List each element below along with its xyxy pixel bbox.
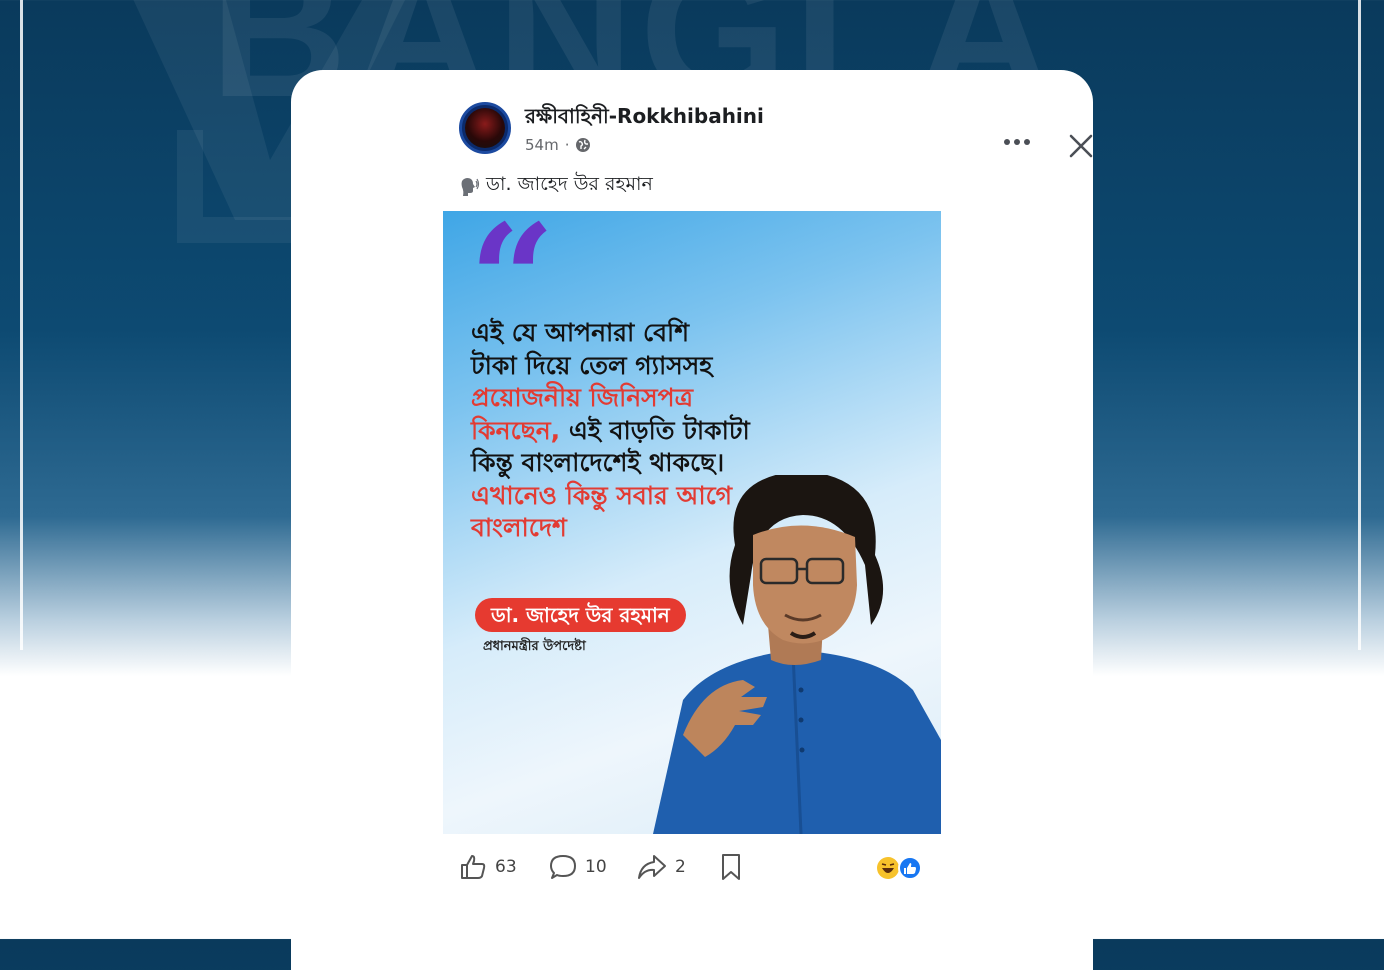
- post-card: রক্ষীবাহিনী-Rokkhibahini 54m · ডা. জাহেদ…: [291, 70, 1093, 970]
- share-button[interactable]: 2: [637, 850, 686, 884]
- quote-line-rest: এই বাড়তি টাকাটা: [560, 415, 750, 445]
- like-icon: [461, 855, 486, 879]
- caption-text: ডা. জাহেদ উর রহমান: [486, 173, 653, 195]
- speaking-head-icon: [461, 178, 480, 196]
- post-caption: ডা. জাহেদ উর রহমান: [458, 170, 653, 202]
- quote-line: এই যে আপনারা বেশি: [471, 318, 689, 347]
- post-image[interactable]: “ এই যে আপনারা বেশি টাকা দিয়ে তেল গ্যাস…: [443, 211, 941, 834]
- post-meta: 54m ·: [525, 136, 591, 154]
- more-dots-icon: [1004, 139, 1030, 145]
- bookmark-icon: [722, 854, 740, 880]
- comment-count: 10: [585, 857, 607, 877]
- quote-line-highlight: প্রয়োজনীয় জিনিসপত্র: [471, 383, 694, 412]
- reactions-summary[interactable]: [877, 856, 923, 880]
- like-reaction-icon: [898, 856, 922, 880]
- quote-highlight: কিনছেন,: [471, 415, 561, 445]
- speaker-photo: [653, 475, 941, 834]
- post-header: রক্ষীবাহিনী-Rokkhibahini 54m ·: [459, 102, 1093, 162]
- like-count: 63: [495, 857, 517, 877]
- quote-line: টাকা দিয়ে তেল গ্যাসসহ: [471, 350, 713, 380]
- page-name-link[interactable]: রক্ষীবাহিনী-Rokkhibahini: [525, 102, 764, 135]
- meta-separator: ·: [564, 136, 570, 154]
- globe-icon: [576, 138, 591, 152]
- close-icon: [1069, 134, 1093, 158]
- haha-icon: [877, 857, 899, 879]
- speaker-designation: প্রধানমন্ত্রীর উপদেষ্টা: [483, 639, 586, 654]
- quote-line-mixed: কিনছেন, এই বাড়তি টাকাটা: [471, 415, 791, 448]
- post-actions: 63 10 2: [459, 850, 929, 884]
- more-options-button[interactable]: [999, 128, 1035, 156]
- comment-icon: [550, 855, 576, 879]
- share-icon: [638, 855, 666, 879]
- page-avatar[interactable]: [459, 102, 511, 154]
- comment-button[interactable]: 10: [549, 850, 607, 884]
- like-button[interactable]: 63: [459, 850, 517, 884]
- post-time[interactable]: 54m: [525, 136, 559, 154]
- save-button[interactable]: [719, 850, 743, 884]
- share-count: 2: [675, 857, 686, 877]
- frame-line-right: [1358, 0, 1361, 650]
- frame-line-left: [20, 0, 23, 650]
- close-button[interactable]: [1063, 128, 1099, 164]
